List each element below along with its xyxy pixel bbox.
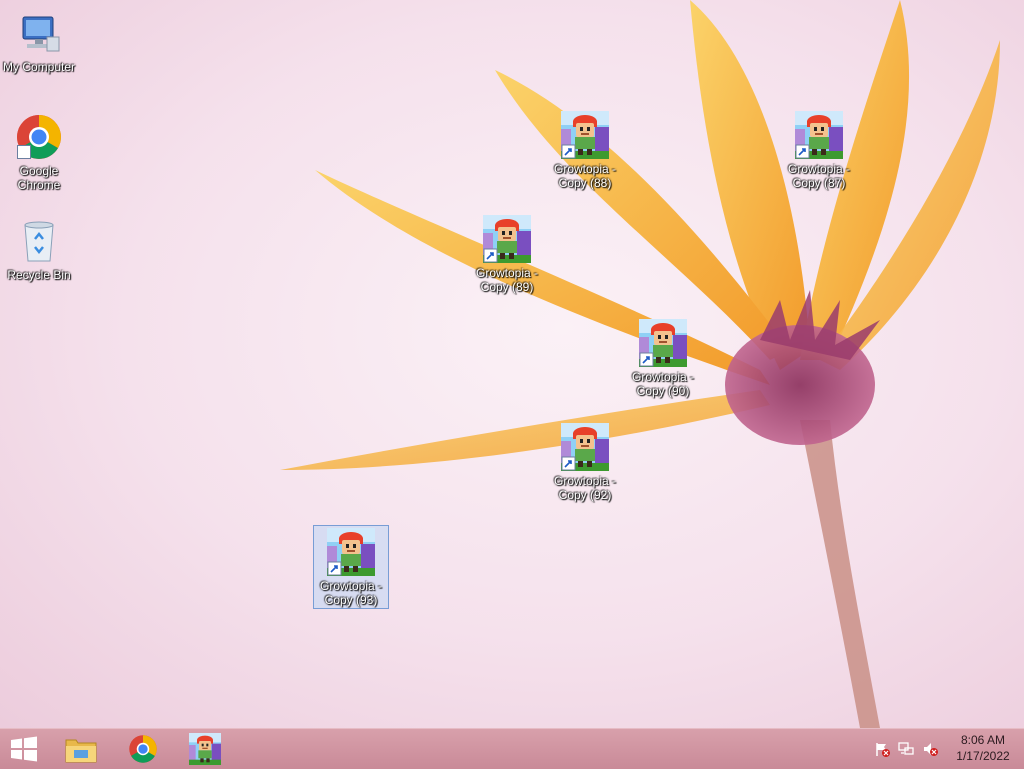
growtopia-icon [189,733,221,765]
desktop-icon-growtopia-89[interactable]: Growtopia - Copy (89) [469,212,545,296]
growtopia-icon [561,423,609,471]
desktop-icon-recycle-bin[interactable]: Recycle Bin [1,214,77,298]
windows-logo-icon [11,736,37,762]
desktop-icon-google-chrome[interactable]: Google Chrome [1,110,77,194]
desktop-icon-label: Growtopia - Copy (87) [787,162,851,190]
chrome-icon [15,113,63,161]
taskbar: 8:06 AM 1/17/2022 [0,728,1024,769]
desktop-icon-growtopia-90[interactable]: Growtopia - Copy (90) [625,316,701,400]
taskbar-clock[interactable]: 8:06 AM 1/17/2022 [950,732,1016,764]
desktop-icon-growtopia-88[interactable]: Growtopia - Copy (88) [547,108,623,192]
action-center-flag-icon[interactable] [874,741,890,757]
desktop-icon-label: Google Chrome [17,164,61,192]
volume-muted-icon[interactable] [922,741,938,757]
taskbar-growtopia[interactable] [180,729,230,769]
chrome-icon [129,735,157,763]
desktop[interactable]: My Computer Google Chrome Recycle Bin Gr… [0,0,1024,728]
shortcut-arrow-icon [17,145,31,159]
desktop-icon-label: Growtopia - Copy (89) [475,266,539,294]
network-icon[interactable] [898,741,914,757]
desktop-icon-my-computer[interactable]: My Computer [1,6,77,90]
growtopia-icon [795,111,843,159]
taskbar-file-explorer[interactable] [56,729,106,769]
desktop-icon-label: Growtopia - Copy (88) [553,162,617,190]
growtopia-icon [639,319,687,367]
clock-time: 8:06 AM [960,733,1006,747]
desktop-icon-growtopia-92[interactable]: Growtopia - Copy (92) [547,420,623,504]
folder-icon [65,739,97,763]
desktop-icon-label: Recycle Bin [7,268,71,282]
desktop-icon-label: Growtopia - Copy (92) [553,474,617,502]
growtopia-icon [327,528,375,576]
taskbar-google-chrome[interactable] [118,729,168,769]
growtopia-icon [483,215,531,263]
computer-icon [15,9,63,57]
start-button[interactable] [0,729,48,769]
clock-date: 1/17/2022 [956,749,1010,763]
growtopia-icon [561,111,609,159]
flower-wallpaper [280,0,1000,728]
desktop-icon-label: My Computer [2,60,76,74]
desktop-icon-growtopia-93[interactable]: Growtopia - Copy (93) [313,525,389,609]
desktop-icon-growtopia-87[interactable]: Growtopia - Copy (87) [781,108,857,192]
recycle-bin-icon [15,217,63,265]
desktop-icon-label: Growtopia - Copy (90) [631,370,695,398]
desktop-icon-label: Growtopia - Copy (93) [319,579,383,607]
